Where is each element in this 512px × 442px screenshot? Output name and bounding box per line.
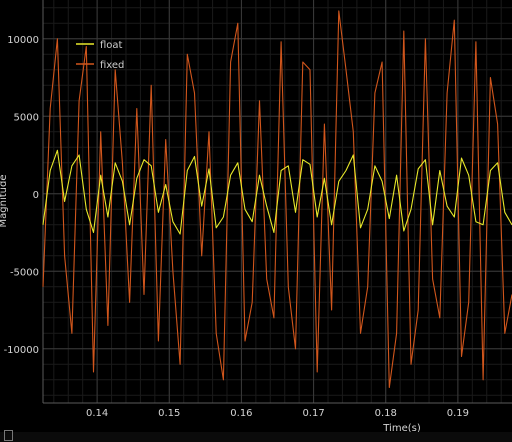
y-tick-label: 0 bbox=[33, 190, 39, 201]
y-tick-label: -10000 bbox=[4, 345, 39, 356]
x-tick-label: 0.15 bbox=[158, 408, 180, 419]
x-tick-label: 0.19 bbox=[447, 408, 469, 419]
x-tick-label: 0.17 bbox=[302, 408, 324, 419]
x-tick-label: 0.14 bbox=[86, 408, 108, 419]
x-tick-label: 0.16 bbox=[230, 408, 252, 419]
y-tick-label: -5000 bbox=[10, 267, 39, 278]
status-bar bbox=[0, 430, 512, 442]
y-tick-label: 10000 bbox=[7, 35, 39, 46]
scope-plot: 1000050000-5000-10000 0.14 0.15 0.16 0.17 0.… bbox=[0, 0, 512, 434]
legend-label-fixed: fixed bbox=[100, 60, 124, 71]
y-axis-label: Magnitude bbox=[0, 175, 9, 228]
y-tick-label: 5000 bbox=[14, 112, 39, 123]
x-axis-ticks: 0.14 0.15 0.16 0.17 0.18 0.19 bbox=[86, 408, 469, 419]
x-tick-label: 0.18 bbox=[375, 408, 397, 419]
legend-label-float: float bbox=[100, 40, 123, 51]
panel-toggle-icon[interactable] bbox=[4, 430, 13, 441]
